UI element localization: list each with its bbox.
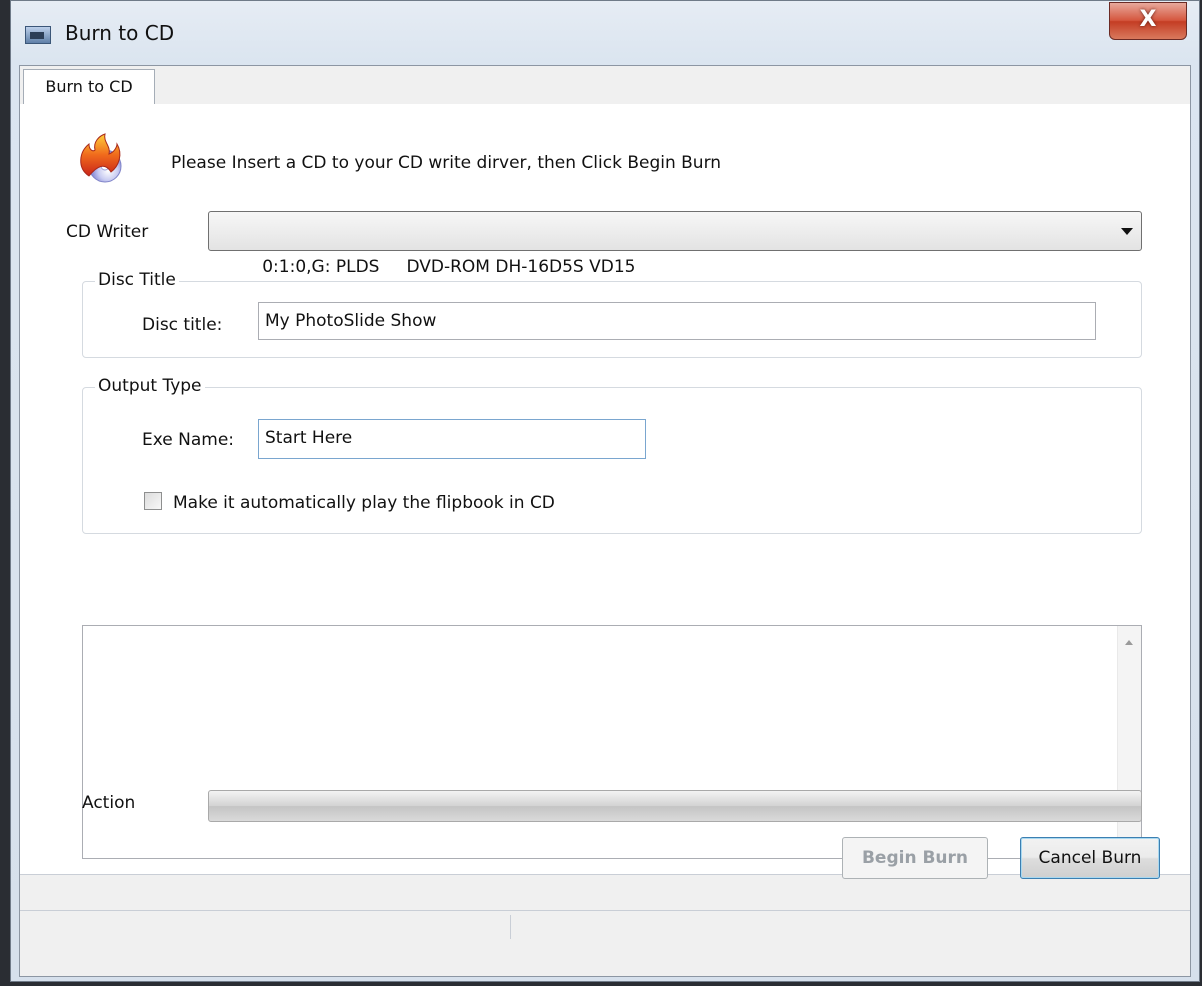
intro-instruction: Please Insert a CD to your CD write dirv… bbox=[171, 153, 722, 173]
scroll-up-icon[interactable] bbox=[1125, 640, 1133, 645]
close-button[interactable]: X bbox=[1109, 2, 1187, 40]
app-icon bbox=[25, 26, 51, 44]
cancel-burn-button[interactable]: Cancel Burn bbox=[1020, 837, 1160, 879]
begin-burn-button[interactable]: Begin Burn bbox=[842, 837, 988, 879]
disc-title-group: Disc Title Disc title: My PhotoSlide Sho… bbox=[82, 270, 1142, 358]
log-scrollbar[interactable] bbox=[1117, 626, 1141, 858]
exe-name-label: Exe Name: bbox=[142, 430, 235, 450]
autoplay-label[interactable]: Make it automatically play the flipbook … bbox=[173, 493, 555, 513]
output-type-group: Output Type Exe Name: Start Here Make it… bbox=[82, 376, 1142, 534]
exe-name-input[interactable]: Start Here bbox=[258, 419, 646, 459]
burn-flame-icon bbox=[80, 133, 122, 183]
cd-writer-label: CD Writer bbox=[66, 222, 149, 242]
output-type-legend: Output Type bbox=[95, 376, 205, 396]
status-bar bbox=[20, 910, 1190, 943]
burn-log-textarea[interactable] bbox=[82, 625, 1142, 859]
dropdown-arrow-icon[interactable] bbox=[1121, 228, 1133, 235]
status-divider bbox=[510, 915, 511, 939]
disc-title-input[interactable]: My PhotoSlide Show bbox=[258, 302, 1096, 340]
disc-title-label: Disc title: bbox=[142, 315, 223, 335]
close-icon: X bbox=[1139, 7, 1157, 32]
cd-writer-select[interactable]: 0:1:0,G: PLDS DVD-ROM DH-16D5S VD15 bbox=[208, 211, 1142, 277]
autoplay-checkbox[interactable] bbox=[144, 492, 162, 510]
window-title: Burn to CD bbox=[65, 21, 175, 45]
disc-title-legend: Disc Title bbox=[95, 270, 179, 290]
action-progress-bar bbox=[208, 790, 1142, 822]
action-label: Action bbox=[82, 793, 136, 813]
burn-to-cd-window: Burn to CD X Burn to CD Please Insert a … bbox=[10, 0, 1200, 982]
title-bar[interactable]: Burn to CD X bbox=[11, 1, 1199, 65]
tab-page: Please Insert a CD to your CD write dirv… bbox=[20, 104, 1190, 875]
tab-strip: Burn to CD bbox=[20, 66, 1190, 105]
tab-burn-to-cd[interactable]: Burn to CD bbox=[23, 69, 155, 105]
cd-writer-selected-value: 0:1:0,G: PLDS DVD-ROM DH-16D5S VD15 bbox=[262, 257, 636, 277]
dialog-client-area: Burn to CD Please Insert a CD to your CD… bbox=[19, 65, 1191, 977]
